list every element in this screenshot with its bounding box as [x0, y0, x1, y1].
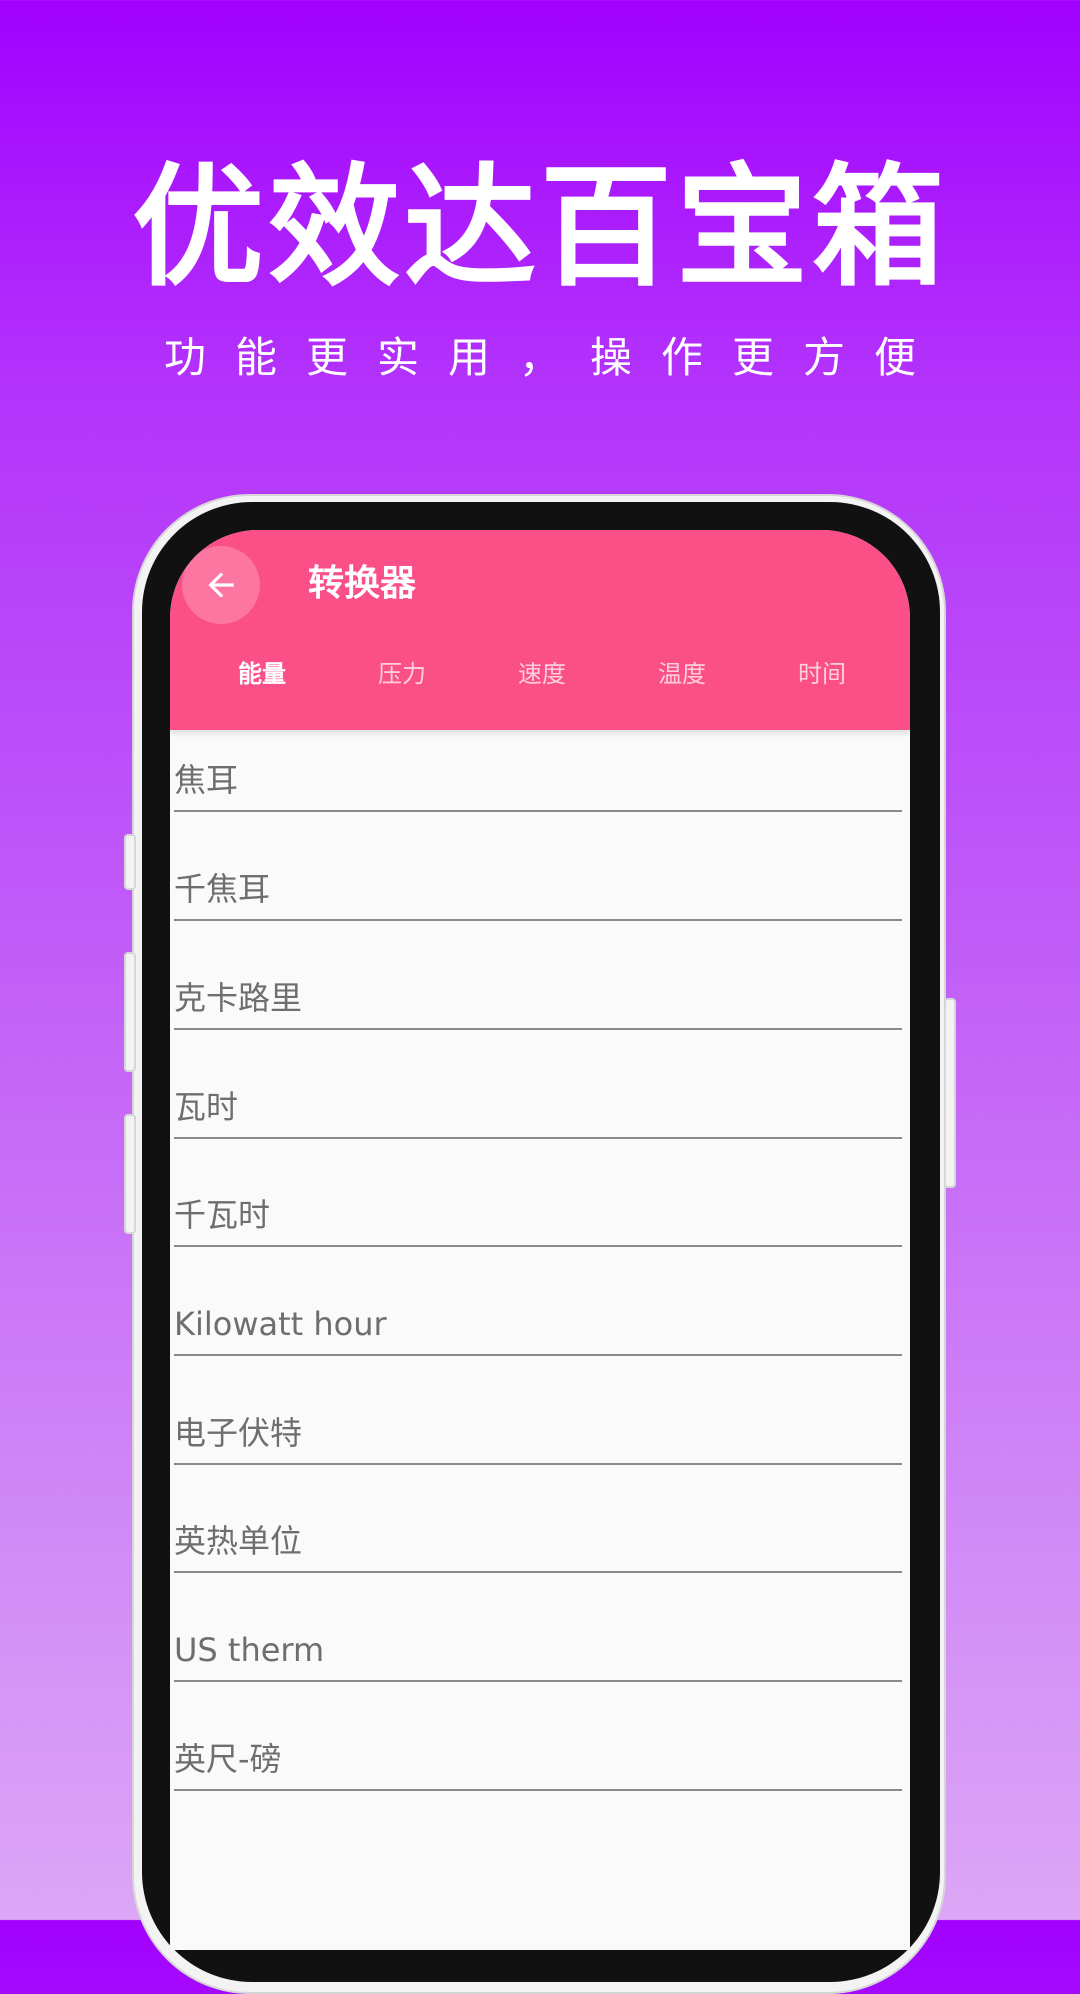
tab-time[interactable]: 时间	[752, 650, 892, 698]
unit-field-kilowatt-hour[interactable]: Kilowatt hour	[174, 1294, 906, 1356]
unit-label: 千瓦时	[174, 1196, 271, 1234]
bixby-key	[124, 1114, 136, 1234]
field-underline	[174, 919, 902, 921]
unit-field-electron-volt[interactable]: 电子伏特	[174, 1403, 906, 1465]
unit-label: 瓦时	[174, 1088, 239, 1126]
field-underline	[174, 1245, 902, 1247]
unit-label: Kilowatt hour	[174, 1305, 387, 1343]
back-button[interactable]	[182, 546, 260, 624]
unit-field-gram-calorie[interactable]: 克卡路里	[174, 968, 906, 1030]
app-bar: 转换器 能量 压力 速度 温度 时间	[170, 530, 910, 730]
unit-field-kilowatt-hour-cn[interactable]: 千瓦时	[174, 1185, 906, 1247]
tab-energy[interactable]: 能量	[192, 650, 332, 698]
tab-pressure[interactable]: 压力	[332, 650, 472, 698]
unit-field-watt-hour[interactable]: 瓦时	[174, 1077, 906, 1139]
field-underline	[174, 1571, 902, 1573]
app-title: 转换器	[308, 563, 417, 604]
field-underline	[174, 1463, 902, 1465]
unit-label: US therm	[174, 1631, 325, 1669]
unit-field-btu[interactable]: 英热单位	[174, 1511, 906, 1573]
unit-field-kilojoule[interactable]: 千焦耳	[174, 859, 906, 921]
tab-temperature[interactable]: 温度	[612, 650, 752, 698]
phone-screen: 转换器 能量 压力 速度 温度 时间 焦耳 千焦耳 克卡路里 瓦时 千瓦时 Ki…	[170, 530, 910, 1950]
unit-field-foot-pound[interactable]: 英尺-磅	[174, 1729, 906, 1791]
power-key	[944, 998, 956, 1188]
field-underline	[174, 1354, 902, 1356]
arrow-left-icon	[208, 572, 234, 598]
unit-label: 英热单位	[174, 1522, 303, 1560]
promo-title: 优效达百宝箱	[132, 151, 948, 305]
unit-label: 焦耳	[174, 761, 239, 799]
volume-up-key	[124, 834, 136, 890]
field-underline	[174, 1680, 902, 1682]
tab-bar: 能量 压力 速度 温度 时间	[170, 650, 870, 710]
unit-field-joule[interactable]: 焦耳	[174, 750, 906, 812]
unit-label: 千焦耳	[174, 870, 271, 908]
promo-subtitle: 功能更实用，操作更方便	[163, 333, 945, 382]
unit-label: 英尺-磅	[174, 1740, 282, 1778]
field-underline	[174, 810, 902, 812]
field-underline	[174, 1789, 902, 1791]
unit-label: 电子伏特	[174, 1414, 303, 1452]
unit-label: 克卡路里	[174, 979, 303, 1017]
unit-field-us-therm[interactable]: US therm	[174, 1620, 906, 1682]
field-underline	[174, 1137, 902, 1139]
field-underline	[174, 1028, 902, 1030]
tab-speed[interactable]: 速度	[472, 650, 612, 698]
volume-down-key	[124, 952, 136, 1072]
